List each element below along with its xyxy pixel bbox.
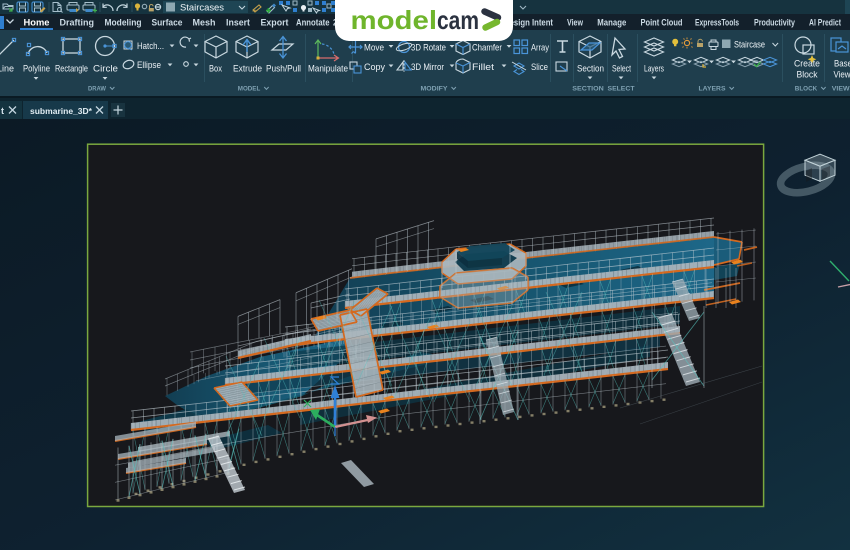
svg-text:Home: Home — [24, 18, 50, 28]
svg-text:Modeling: Modeling — [105, 18, 142, 28]
svg-text:Drafting: Drafting — [60, 18, 95, 28]
svg-text:Manipulate: Manipulate — [308, 64, 348, 74]
svg-text:View: View — [567, 18, 584, 28]
svg-text:Section: Section — [577, 64, 604, 74]
svg-text:Select: Select — [612, 64, 631, 74]
svg-text:Fillet: Fillet — [472, 62, 494, 72]
svg-text:Mesh: Mesh — [193, 18, 216, 28]
svg-text:Circle: Circle — [93, 64, 118, 74]
svg-text:model: model — [351, 5, 438, 35]
svg-text:MODEL: MODEL — [238, 86, 261, 93]
svg-text:Create: Create — [794, 59, 820, 69]
svg-text:t: t — [1, 106, 4, 116]
svg-text:Array: Array — [531, 43, 549, 53]
svg-text:Line: Line — [0, 64, 14, 74]
svg-text:3D Rotate: 3D Rotate — [411, 43, 446, 53]
svg-text:LAYERS: LAYERS — [699, 86, 727, 93]
svg-text:Box: Box — [209, 64, 222, 74]
svg-text:Productivity: Productivity — [754, 18, 796, 28]
svg-text:Push/Pull: Push/Pull — [266, 64, 301, 74]
svg-text:3D Mirror: 3D Mirror — [411, 62, 444, 72]
svg-text:Layers: Layers — [644, 64, 664, 74]
svg-text:Copy: Copy — [364, 62, 385, 72]
svg-text:Export: Export — [261, 18, 289, 28]
svg-text:Slice: Slice — [531, 62, 548, 72]
svg-text:Block: Block — [797, 70, 818, 80]
svg-text:Insert: Insert — [226, 18, 250, 28]
svg-text:VIEWS: VIEWS — [832, 86, 850, 93]
svg-text:ExpressTools: ExpressTools — [695, 18, 739, 28]
svg-text:Base: Base — [834, 59, 850, 69]
svg-text:SELECT: SELECT — [608, 86, 635, 93]
svg-text:Move: Move — [364, 43, 384, 53]
svg-text:BLOCK: BLOCK — [795, 86, 818, 93]
svg-text:DRAW: DRAW — [88, 86, 107, 93]
svg-text:Ellipse: Ellipse — [137, 60, 161, 70]
svg-text:SECTION: SECTION — [572, 86, 604, 93]
svg-text:MODIFY: MODIFY — [421, 86, 449, 93]
svg-text:Annotate: Annotate — [296, 18, 330, 28]
svg-text:Point Cloud: Point Cloud — [641, 18, 683, 28]
svg-text:Hatch...: Hatch... — [137, 41, 164, 51]
svg-text:cam: cam — [437, 5, 479, 35]
svg-text:Staircases: Staircases — [180, 3, 224, 13]
svg-text:Extrude: Extrude — [233, 64, 262, 74]
svg-text:AI Predict: AI Predict — [809, 18, 841, 28]
svg-text:Polyline: Polyline — [23, 64, 50, 74]
svg-text:Manage: Manage — [597, 18, 626, 28]
svg-text:Views: Views — [834, 70, 850, 80]
svg-text:Rectangle: Rectangle — [55, 64, 88, 74]
svg-text:Chamfer: Chamfer — [472, 43, 502, 53]
svg-text:submarine_3D*: submarine_3D* — [30, 106, 93, 116]
svg-text:Surface: Surface — [152, 18, 183, 28]
svg-text:Staircase: Staircase — [734, 40, 765, 50]
